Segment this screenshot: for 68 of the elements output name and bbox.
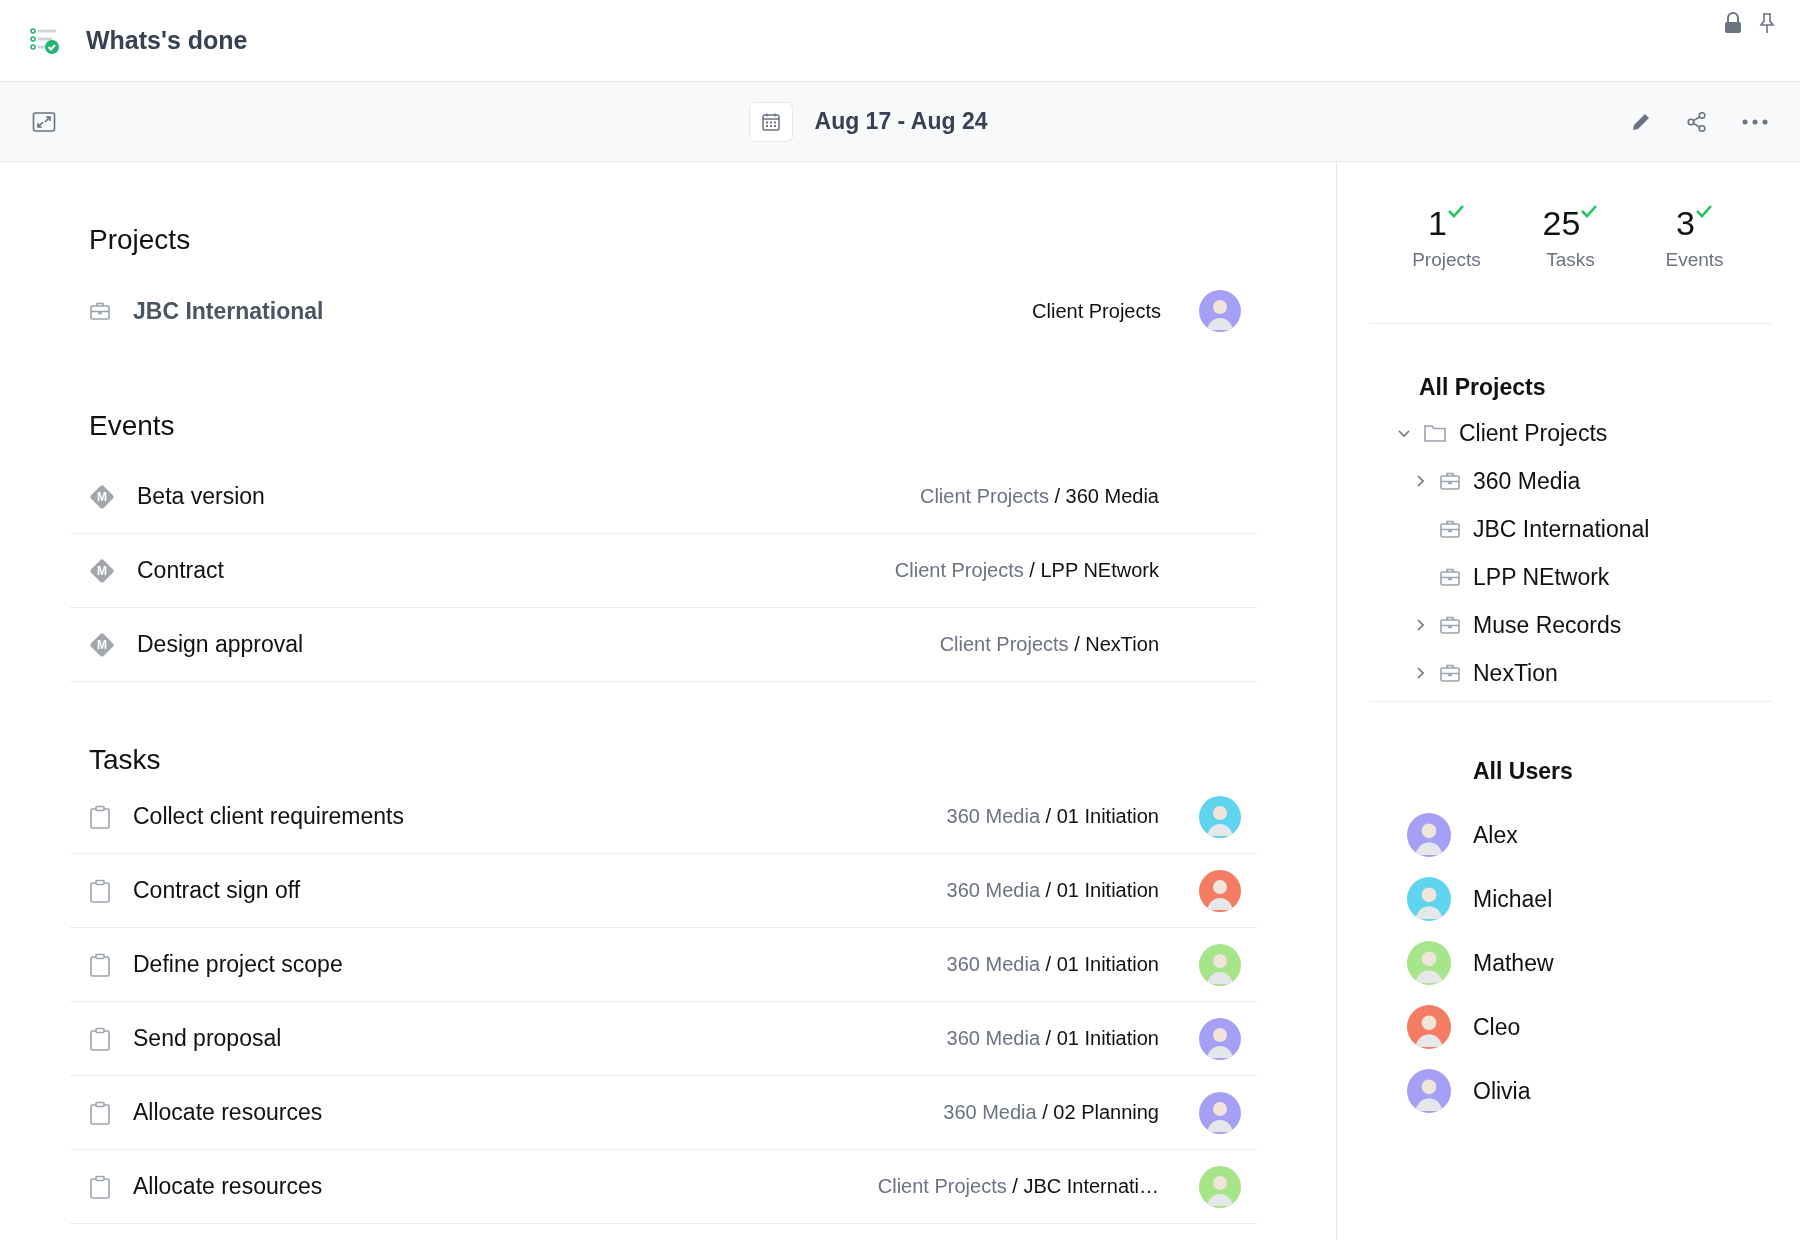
tree-item[interactable]: Client Projects [1459,419,1608,447]
tree-item[interactable]: Muse Records [1473,611,1622,639]
user-name[interactable]: Olivia [1473,1077,1531,1105]
clipboard-icon [89,878,111,903]
breadcrumb: 360 Media / 01 Initiation [946,953,1159,976]
briefcase-icon [1439,518,1461,540]
breadcrumb: 360 Media / 01 Initiation [946,805,1159,828]
tree-item[interactable]: LPP NEtwork [1473,563,1610,591]
tree-item[interactable]: 360 Media [1473,467,1581,495]
calendar-button[interactable] [748,101,793,142]
task-name[interactable]: Send proposal [133,1025,947,1052]
clipboard-icon [89,804,111,829]
stat-label: Tasks [1546,249,1595,271]
stat-count: 3 [1676,204,1695,243]
check-icon [1694,204,1713,218]
clipboard-icon [89,1026,111,1051]
task-name[interactable]: Allocate resources [133,1099,944,1126]
calendar-icon [760,111,781,132]
panel-heading: All Projects [1418,374,1547,401]
section-heading: Projects [88,223,192,257]
user-name[interactable]: Mathew [1473,949,1554,977]
briefcase-icon [1439,566,1461,588]
expand-icon[interactable] [32,110,56,133]
pin-icon[interactable] [1758,12,1776,34]
user-name[interactable]: Alex [1473,821,1518,849]
lock-icon[interactable] [1724,12,1742,34]
briefcase-icon [1439,662,1461,684]
stat-count: 25 [1542,204,1581,243]
section-heading: Events [88,409,176,443]
date-range: Aug 17 - Aug 24 [814,108,988,135]
task-name[interactable]: Contract sign off [133,877,947,904]
project-name[interactable]: JBC International [133,297,1033,325]
stat-label: Projects [1412,249,1481,271]
briefcase-icon [1439,614,1461,636]
breadcrumb: Client Projects / JBC Internati… [877,1175,1159,1198]
share-icon[interactable] [1686,110,1708,133]
folder-name: Client Projects [1032,299,1161,323]
event-name[interactable]: Contract [137,557,895,584]
breadcrumb: 360 Media / 01 Initiation [946,1027,1159,1050]
user-name[interactable]: Michael [1473,885,1553,913]
clipboard-icon [89,952,111,977]
clipboard-icon [89,1100,111,1125]
briefcase-icon [1439,470,1461,492]
more-icon[interactable] [1742,118,1768,125]
breadcrumb: Client Projects / LPP NEtwork [894,559,1159,582]
event-name[interactable]: Beta version [137,483,920,510]
panel-heading: All Users [1472,758,1574,785]
checklist-logo-icon [30,26,60,55]
event-name[interactable]: Design approval [137,631,940,658]
app-title: Whats's done [86,26,248,55]
task-name[interactable]: Allocate resources [133,1173,878,1200]
task-name[interactable]: Collect client requirements [133,803,947,830]
tree-item[interactable]: JBC International [1473,515,1650,543]
breadcrumb: Client Projects / 360 Media [920,485,1159,508]
stat-count: 1 [1428,204,1447,243]
user-name[interactable]: Cleo [1473,1013,1521,1041]
stat-label: Events [1665,249,1724,271]
check-icon [1580,204,1599,218]
breadcrumb: 360 Media / 02 Planning [943,1101,1159,1124]
task-name[interactable]: Define project scope [133,951,947,978]
clipboard-icon [89,1174,111,1199]
folder-icon [1423,423,1447,443]
tree-item[interactable]: NexTion [1473,659,1558,687]
check-icon [1446,204,1465,218]
briefcase-icon [89,300,111,322]
section-heading: Tasks [88,743,162,777]
breadcrumb: Client Projects / NexTion [939,633,1159,656]
breadcrumb: 360 Media / 01 Initiation [946,879,1159,902]
